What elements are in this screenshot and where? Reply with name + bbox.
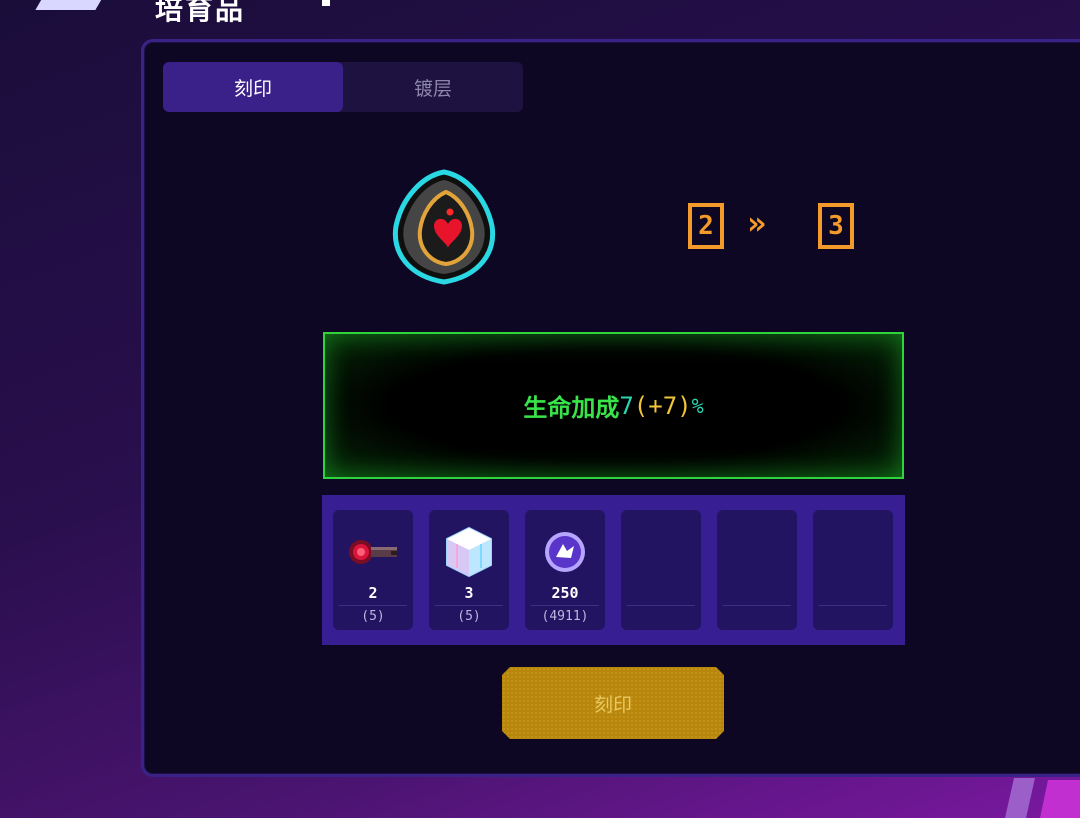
slot-divider bbox=[435, 605, 503, 606]
effect-bonus: (+7) bbox=[633, 391, 692, 420]
slot-divider bbox=[339, 605, 407, 606]
material-slot-empty[interactable] bbox=[813, 510, 893, 630]
materials-tray: 2 (5) 3 (5) 250 (4911) bbox=[322, 495, 905, 645]
effect-value: 7 bbox=[619, 391, 634, 420]
material-required: (5) bbox=[361, 609, 385, 624]
background-pillar bbox=[1005, 778, 1035, 818]
tab-bar: 刻印 镀层 bbox=[163, 62, 523, 112]
material-slot-empty[interactable] bbox=[717, 510, 797, 630]
top-logo-shape bbox=[35, 0, 105, 10]
tab-engrave[interactable]: 刻印 bbox=[163, 62, 343, 112]
engrave-button[interactable]: 刻印 bbox=[502, 667, 724, 739]
level-arrow: » bbox=[747, 204, 766, 242]
background-pillar-accent bbox=[1040, 780, 1080, 818]
title-mark bbox=[322, 0, 330, 6]
slot-divider bbox=[819, 605, 887, 606]
material-count: 3 bbox=[464, 584, 474, 602]
crystal-cube-icon bbox=[446, 526, 492, 578]
slot-divider bbox=[627, 605, 695, 606]
level-current: 2 bbox=[688, 203, 724, 249]
material-slot[interactable]: 250 (4911) bbox=[525, 510, 605, 630]
purple-coin-icon bbox=[545, 532, 585, 572]
page-title: 培育品 bbox=[155, 0, 246, 26]
level-next: 3 bbox=[818, 203, 854, 249]
level-next-value: 3 bbox=[818, 203, 854, 249]
effect-unit: % bbox=[691, 393, 704, 418]
slot-divider bbox=[531, 605, 599, 606]
slot-divider bbox=[723, 605, 791, 606]
effect-preview-box: 生命加成 7 (+7)% bbox=[323, 332, 904, 479]
red-key-icon bbox=[349, 540, 397, 564]
material-slot-empty[interactable] bbox=[621, 510, 701, 630]
material-slot[interactable]: 3 (5) bbox=[429, 510, 509, 630]
material-required: (5) bbox=[457, 609, 481, 624]
material-count: 250 bbox=[551, 584, 579, 602]
level-current-value: 2 bbox=[688, 203, 724, 249]
material-count: 2 bbox=[368, 584, 378, 602]
tab-plating[interactable]: 镀层 bbox=[343, 62, 523, 112]
material-slot[interactable]: 2 (5) bbox=[333, 510, 413, 630]
heart-relic-icon bbox=[392, 169, 496, 285]
material-required: (4911) bbox=[541, 609, 589, 624]
effect-name: 生命加成 bbox=[523, 394, 620, 422]
